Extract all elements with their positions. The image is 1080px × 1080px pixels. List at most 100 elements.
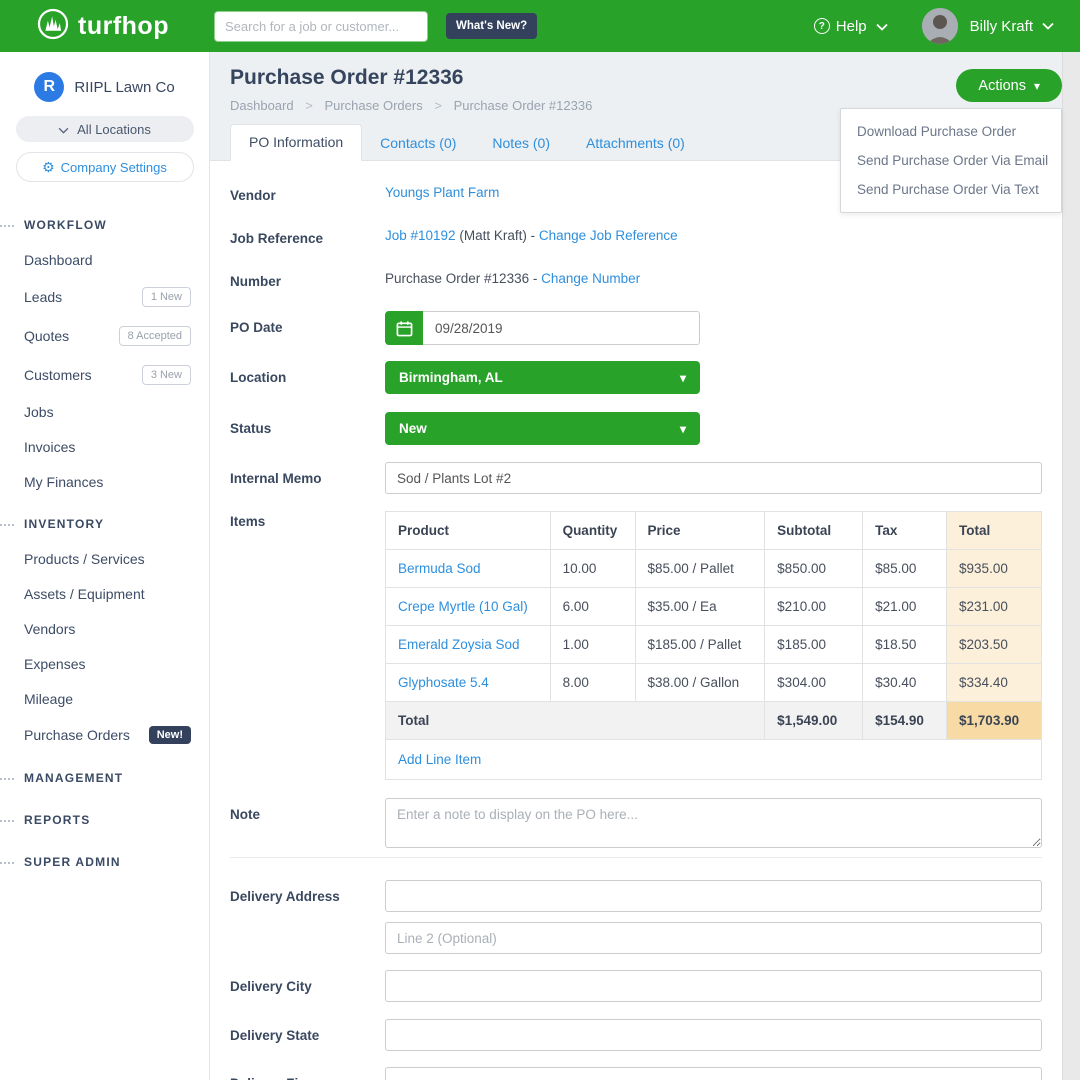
sidebar-item-vendors[interactable]: Vendors (0, 611, 209, 646)
sidebar-item-customers[interactable]: Customers 3 New (0, 355, 209, 394)
brand-name: turfhop (78, 12, 169, 41)
purchase-orders-new-badge: New! (149, 726, 191, 744)
job-link[interactable]: Job #10192 (385, 228, 456, 243)
chevron-down-icon (1042, 17, 1054, 35)
user-name: Billy Kraft (970, 18, 1033, 35)
product-link[interactable]: Bermuda Sod (398, 561, 481, 576)
section-heading-management[interactable]: MANAGEMENT (0, 761, 209, 795)
tab-notes[interactable]: Notes (0) (474, 126, 568, 161)
number-row: Number Purchase Order #12336 - Change Nu… (230, 271, 1042, 289)
change-job-reference-link[interactable]: Change Job Reference (539, 228, 678, 243)
company-header: R RIIPL Lawn Co (0, 52, 209, 102)
help-menu[interactable]: ? Help (814, 18, 888, 35)
tab-po-information[interactable]: PO Information (230, 124, 362, 161)
sidebar-item-jobs[interactable]: Jobs (0, 394, 209, 429)
section-dash (0, 225, 14, 227)
navbar-right: ? Help Billy Kraft (814, 8, 1080, 44)
user-menu[interactable]: Billy Kraft (922, 8, 1054, 44)
menu-item-send-po-text[interactable]: Send Purchase Order Via Text (841, 175, 1061, 204)
location-row: Location Birmingham, AL ▾ (230, 361, 1042, 394)
delivery-city-label: Delivery City (230, 970, 385, 1002)
col-subtotal: Subtotal (765, 512, 863, 550)
number-label: Number (230, 271, 385, 289)
section-heading-reports[interactable]: REPORTS (0, 803, 209, 837)
table-row: Crepe Myrtle (10 Gal) 6.00 $35.00 / Ea $… (386, 588, 1042, 626)
internal-memo-label: Internal Memo (230, 462, 385, 494)
gear-icon: ⚙ (42, 159, 55, 176)
po-date-row: PO Date (230, 311, 1042, 345)
actions-button[interactable]: Actions▾ (956, 69, 1062, 102)
delivery-city-row: Delivery City (230, 970, 1042, 1002)
delivery-state-input[interactable] (385, 1019, 1042, 1051)
breadcrumb-dashboard[interactable]: Dashboard (230, 98, 294, 113)
col-quantity: Quantity (550, 512, 635, 550)
totals-total: $1,703.90 (947, 702, 1042, 740)
product-link[interactable]: Glyphosate 5.4 (398, 675, 489, 690)
product-link[interactable]: Crepe Myrtle (10 Gal) (398, 599, 528, 614)
section-heading-inventory: INVENTORY (0, 507, 209, 541)
totals-tax: $154.90 (863, 702, 947, 740)
sidebar-item-products-services[interactable]: Products / Services (0, 541, 209, 576)
section-dash (0, 820, 14, 822)
scrollbar-track[interactable] (1062, 52, 1080, 1080)
main-area: Purchase Order #12336 Dashboard > Purcha… (210, 52, 1080, 1080)
tab-contacts[interactable]: Contacts (0) (362, 126, 474, 161)
caret-down-icon: ▾ (680, 371, 686, 385)
sidebar-item-expenses[interactable]: Expenses (0, 646, 209, 681)
brand-logo[interactable]: turfhop (0, 7, 210, 46)
totals-subtotal: $1,549.00 (765, 702, 863, 740)
vendor-label: Vendor (230, 185, 385, 203)
tab-bar: PO Information Contacts (0) Notes (0) At… (230, 124, 703, 161)
calendar-icon-button[interactable] (385, 311, 423, 345)
note-textarea[interactable] (385, 798, 1042, 848)
sidebar-item-mileage[interactable]: Mileage (0, 681, 209, 716)
menu-item-send-po-email[interactable]: Send Purchase Order Via Email (841, 146, 1061, 175)
delivery-address-input[interactable] (385, 880, 1042, 912)
items-table: Product Quantity Price Subtotal Tax Tota… (385, 511, 1042, 780)
locations-selector[interactable]: All Locations (16, 116, 194, 142)
sidebar-item-leads[interactable]: Leads 1 New (0, 277, 209, 316)
company-logo: R (34, 72, 64, 102)
actions-menu: Download Purchase Order Send Purchase Or… (840, 108, 1062, 213)
totals-label: Total (386, 702, 765, 740)
tab-attachments[interactable]: Attachments (0) (568, 126, 703, 161)
company-name: RIIPL Lawn Co (74, 79, 174, 96)
sidebar-item-invoices[interactable]: Invoices (0, 429, 209, 464)
customers-badge: 3 New (142, 365, 191, 385)
col-total: Total (947, 512, 1042, 550)
whats-new-button[interactable]: What's New? (446, 13, 537, 39)
sidebar-item-my-finances[interactable]: My Finances (0, 464, 209, 499)
company-settings-button[interactable]: ⚙ Company Settings (16, 152, 194, 182)
delivery-city-input[interactable] (385, 970, 1042, 1002)
menu-item-download-po[interactable]: Download Purchase Order (841, 117, 1061, 146)
caret-down-icon: ▾ (680, 422, 686, 436)
col-price: Price (635, 512, 765, 550)
section-dash (0, 862, 14, 864)
delivery-zip-input[interactable] (385, 1067, 1042, 1080)
leads-badge: 1 New (142, 287, 191, 307)
location-select[interactable]: Birmingham, AL ▾ (385, 361, 700, 394)
note-row: Note (230, 798, 1042, 851)
delivery-address-label: Delivery Address (230, 880, 385, 954)
add-line-item-link[interactable]: Add Line Item (398, 752, 481, 767)
breadcrumb-purchase-orders[interactable]: Purchase Orders (324, 98, 422, 113)
product-link[interactable]: Emerald Zoysia Sod (398, 637, 520, 652)
internal-memo-input[interactable] (385, 462, 1042, 494)
chevron-down-icon (876, 18, 888, 35)
items-label: Items (230, 511, 385, 780)
change-number-link[interactable]: Change Number (541, 271, 640, 286)
po-date-input[interactable] (423, 311, 700, 345)
search-input[interactable] (214, 11, 428, 42)
section-heading-super-admin[interactable]: SUPER ADMIN (0, 845, 209, 879)
items-table-header-row: Product Quantity Price Subtotal Tax Tota… (386, 512, 1042, 550)
delivery-address-line2-input[interactable] (385, 922, 1042, 954)
avatar (922, 8, 958, 44)
vendor-link[interactable]: Youngs Plant Farm (385, 185, 499, 200)
job-reference-text: (Matt Kraft) - (456, 228, 539, 243)
sidebar-item-assets-equipment[interactable]: Assets / Equipment (0, 576, 209, 611)
sidebar-item-purchase-orders[interactable]: Purchase Orders New! (0, 716, 209, 753)
delivery-state-label: Delivery State (230, 1019, 385, 1051)
status-select[interactable]: New ▾ (385, 412, 700, 445)
sidebar-item-quotes[interactable]: Quotes 8 Accepted (0, 316, 209, 355)
sidebar-item-dashboard[interactable]: Dashboard (0, 242, 209, 277)
